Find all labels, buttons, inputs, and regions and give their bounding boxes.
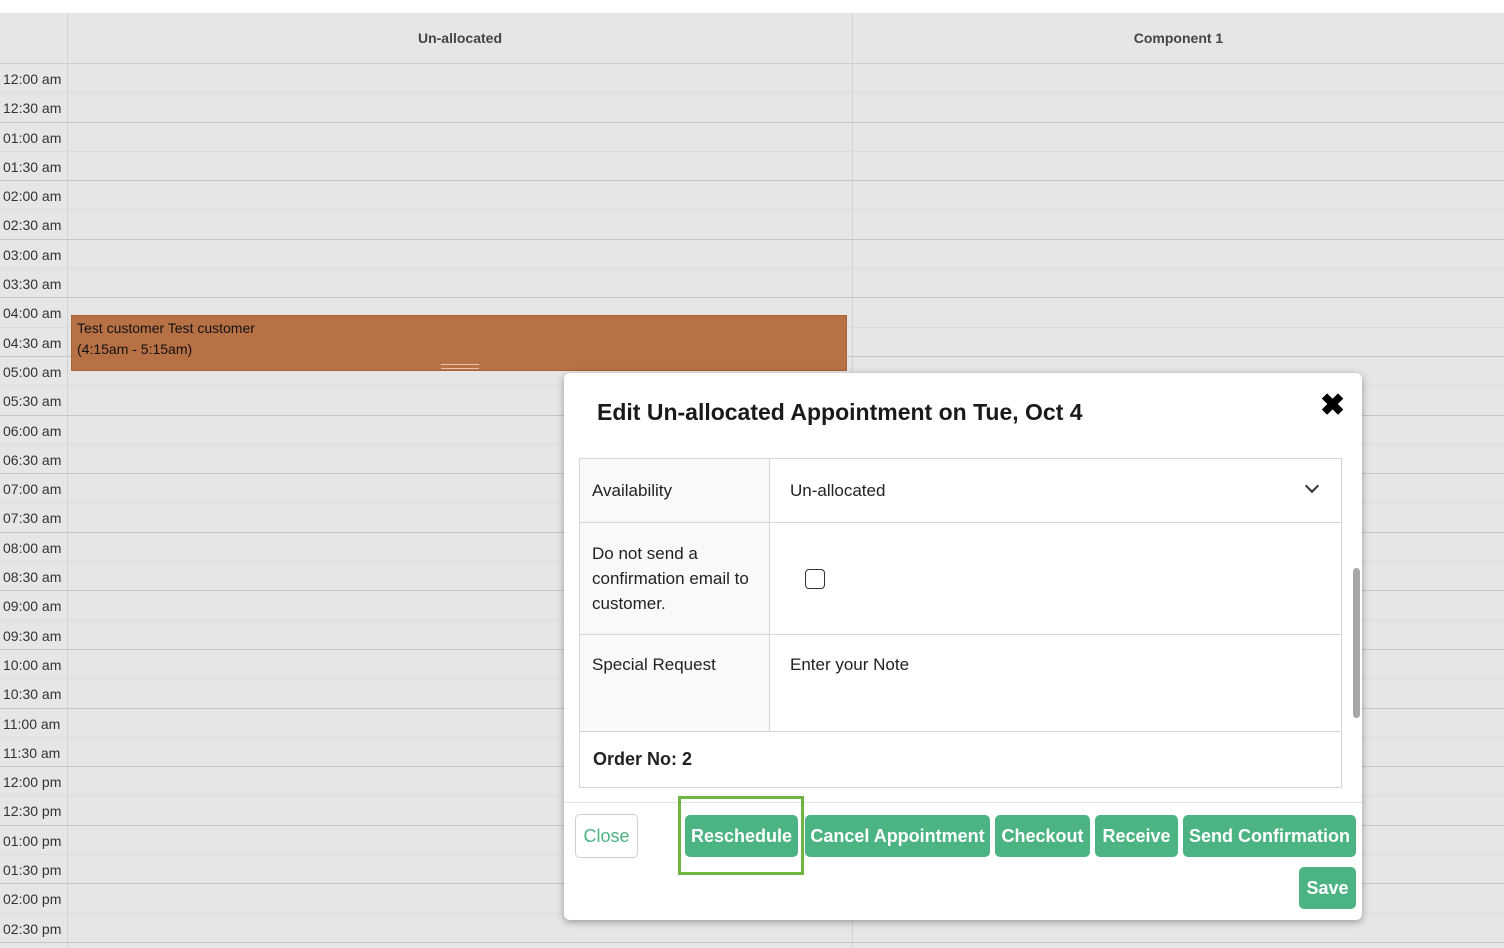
column-header-component-1: Component 1: [853, 13, 1504, 64]
receive-button[interactable]: Receive: [1095, 815, 1178, 857]
time-gutter-header: [0, 13, 68, 64]
time-label: 12:30 am: [3, 100, 62, 117]
time-label: 07:30 am: [3, 510, 62, 527]
modal-form: Availability Un-allocated Do not send a …: [579, 458, 1343, 790]
time-label: 02:30 pm: [3, 920, 62, 937]
chevron-down-icon: [1304, 478, 1320, 494]
special-request-label: Special Request: [579, 634, 770, 732]
time-label: 11:00 am: [3, 715, 61, 732]
time-label: 03:30 am: [3, 276, 62, 293]
modal-title: Edit Un-allocated Appointment on Tue, Oc…: [597, 399, 1083, 425]
time-label: 01:00 am: [3, 129, 62, 146]
save-button[interactable]: Save: [1299, 867, 1356, 909]
time-label: 12:30 pm: [3, 803, 62, 820]
close-button[interactable]: Close: [575, 814, 638, 858]
time-label: 02:00 pm: [3, 891, 62, 908]
time-label: 03:00 am: [3, 246, 62, 263]
time-label: 09:30 am: [3, 627, 62, 644]
availability-value: Un-allocated: [790, 480, 886, 500]
time-label: 07:00 am: [3, 481, 62, 498]
time-label: 05:30 am: [3, 393, 62, 410]
no-confirmation-checkbox[interactable]: [805, 568, 825, 589]
time-label: 04:00 am: [3, 305, 62, 322]
event-resize-handle[interactable]: [441, 364, 479, 369]
time-label: 06:30 am: [3, 451, 62, 468]
order-number: Order No: 2: [579, 731, 1342, 788]
time-label: 11:30 am: [3, 744, 61, 761]
special-request-input[interactable]: Enter your Note: [769, 634, 1342, 732]
modal-scrollbar[interactable]: [1353, 568, 1360, 718]
time-slot-row[interactable]: 02:30 am: [0, 210, 1504, 240]
reschedule-highlight-box: [678, 796, 804, 875]
time-label: 05:00 am: [3, 363, 62, 380]
close-x-icon[interactable]: ✖: [1320, 391, 1345, 421]
time-label: 02:00 am: [3, 188, 62, 205]
appointment-event[interactable]: Test customer Test customer (4:15am - 5:…: [71, 315, 847, 371]
availability-label: Availability: [579, 458, 770, 523]
time-label: 08:30 am: [3, 569, 62, 586]
time-slot-row[interactable]: 01:30 am: [0, 152, 1504, 182]
time-slot-row[interactable]: 12:30 am: [0, 93, 1504, 123]
time-slot-row[interactable]: 12:00 am: [0, 64, 1504, 94]
time-label: 12:00 pm: [3, 774, 62, 791]
time-label: 04:30 am: [3, 334, 62, 351]
column-header-unallocated: Un-allocated: [68, 13, 852, 64]
time-label: 01:30 pm: [3, 862, 62, 879]
cancel-appointment-button[interactable]: Cancel Appointment: [805, 815, 990, 857]
time-label: 10:30 am: [3, 686, 62, 703]
time-slot-row[interactable]: 03:30 am: [0, 269, 1504, 299]
time-label: 01:00 pm: [3, 832, 62, 849]
send-confirmation-button[interactable]: Send Confirmation: [1183, 815, 1356, 857]
time-slot-row[interactable]: 02:00 am: [0, 181, 1504, 211]
time-label: 09:00 am: [3, 598, 62, 615]
time-slot-row[interactable]: 01:00 am: [0, 123, 1504, 152]
event-customer-name: Test customer Test customer: [77, 320, 255, 336]
time-label: 02:30 am: [3, 217, 62, 234]
availability-select[interactable]: Un-allocated: [769, 458, 1342, 523]
time-label: 06:00 am: [3, 422, 62, 439]
time-label: 10:00 am: [3, 656, 62, 673]
time-label: 01:30 am: [3, 158, 62, 175]
event-time-range: (4:15am - 5:15am): [77, 341, 193, 357]
time-label: 08:00 am: [3, 539, 62, 556]
time-label: 12:00 am: [3, 71, 62, 87]
no-confirmation-label: Do not send a confirmation email to cust…: [579, 522, 770, 635]
time-slot-row[interactable]: 03:00 am: [0, 240, 1504, 270]
checkout-button[interactable]: Checkout: [995, 815, 1090, 857]
